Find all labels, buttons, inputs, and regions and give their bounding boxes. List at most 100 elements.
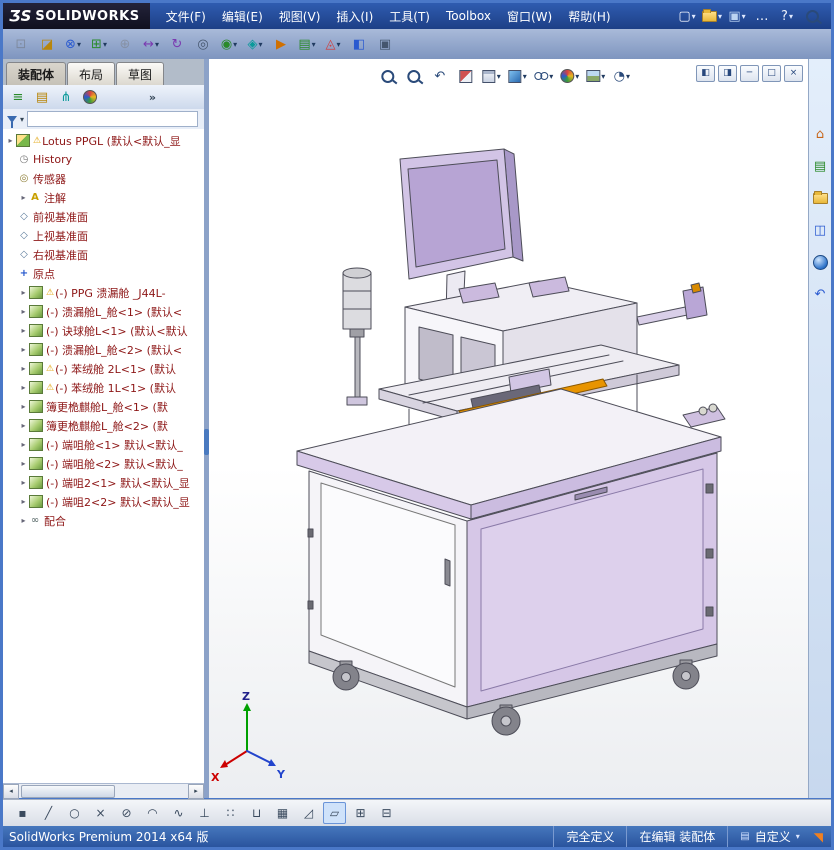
filter-caret-icon[interactable]: ▾ xyxy=(20,115,24,124)
expand-arrow-icon[interactable]: ▸ xyxy=(18,440,29,449)
more-commands-icon[interactable]: … xyxy=(751,5,773,27)
tree-item[interactable]: ▸ ⚠ (-) 苯绒舱 2L<1> (默认 xyxy=(3,359,204,378)
reference-geometry-icon[interactable]: ◈ xyxy=(243,32,267,56)
filter-icon[interactable] xyxy=(7,116,17,123)
menu-item[interactable]: 文件(F) xyxy=(158,3,214,29)
menu-item[interactable]: 编辑(E) xyxy=(214,3,271,29)
section-plane-icon[interactable]: ▱ xyxy=(323,802,346,824)
save-icon[interactable]: ▣ xyxy=(726,5,748,27)
tree-item[interactable]: ▸ ∞ ⚠ 配合 xyxy=(3,511,204,530)
expand-arrow-icon[interactable]: ▸ xyxy=(18,459,29,468)
command-tab[interactable]: 装配体 xyxy=(6,62,66,85)
home-icon[interactable]: ⌂ xyxy=(809,123,831,145)
assembly-features-icon[interactable]: ◉ xyxy=(217,32,241,56)
scrollbar-thumb[interactable] xyxy=(21,785,115,798)
filter-input[interactable] xyxy=(27,111,198,127)
tree-item[interactable]: ▸ + ⚠ 原点 xyxy=(3,264,204,283)
sketch-pattern-icon[interactable]: ∷ xyxy=(219,802,242,824)
expand-arrow-icon[interactable]: ▸ xyxy=(5,136,16,145)
custom-status[interactable]: ▤ 自定义 ▾ xyxy=(727,826,811,847)
sketch-fillet-icon[interactable]: ◿ xyxy=(297,802,320,824)
scroll-right-icon[interactable]: ▸ xyxy=(188,784,204,799)
propertymanager-tab-icon[interactable]: ▤ xyxy=(31,86,53,108)
featuremanager-tab-icon[interactable]: ≡ xyxy=(7,86,29,108)
tree-item[interactable]: ▸ ⚠ (-) 苯绒舱 1L<1> (默认 xyxy=(3,378,204,397)
cad-model[interactable]: Z X Y xyxy=(209,59,811,798)
new-document-icon[interactable]: ▢ xyxy=(676,5,698,27)
graphics-area[interactable]: ↶ ◔ ◧ xyxy=(209,59,811,798)
tree-item[interactable]: ▸ ◷ ⚠ History xyxy=(3,150,204,169)
appearances-tab-icon[interactable] xyxy=(79,86,101,108)
sketch-slot-icon[interactable]: ⊔ xyxy=(245,802,268,824)
command-tab[interactable]: 草图 xyxy=(116,62,164,85)
tree-item[interactable]: ▸ ⚠ (-) 溃漏舱L_舱<2> (默认< xyxy=(3,340,204,359)
edit-component-icon[interactable]: ◪ xyxy=(35,32,59,56)
expand-arrow-icon[interactable]: ▸ xyxy=(18,516,29,525)
show-hidden-components-icon[interactable]: ◎ xyxy=(191,32,215,56)
configurationmanager-tab-icon[interactable]: ⋔ xyxy=(55,86,77,108)
open-icon[interactable] xyxy=(701,5,723,27)
tree-item[interactable]: ▸ ⚠ (-) 端咀舱<2> 默认<默认_ xyxy=(3,454,204,473)
signal-tower-light[interactable] xyxy=(343,268,371,405)
tree-item[interactable]: ▸ ⚠ 簿更桅麒舱L_舱<1> (默 xyxy=(3,397,204,416)
menu-item[interactable]: 插入(I) xyxy=(328,3,381,29)
expand-arrow-icon[interactable]: ▸ xyxy=(18,326,29,335)
menu-item[interactable]: Toolbox xyxy=(438,3,499,29)
expand-arrow-icon[interactable]: ▸ xyxy=(18,478,29,487)
new-motion-study-icon[interactable]: ▶ xyxy=(269,32,293,56)
tree-item[interactable]: ▸ ⚠ (-) 端咀2<2> 默认<默认_显 xyxy=(3,492,204,511)
menu-item[interactable]: 视图(V) xyxy=(271,3,329,29)
compare-icon[interactable]: ⊟ xyxy=(375,802,398,824)
tree-item[interactable]: ▸ A ⚠ 注解 xyxy=(3,188,204,207)
menu-item[interactable]: 窗口(W) xyxy=(499,3,560,29)
options-icon[interactable]: ▣ xyxy=(373,32,397,56)
expand-arrow-icon[interactable]: ▸ xyxy=(18,288,29,297)
grid-system-icon[interactable]: ▦ xyxy=(271,802,294,824)
mate-icon[interactable]: ⊗ xyxy=(61,32,85,56)
tree-horizontal-scrollbar[interactable]: ◂ ▸ xyxy=(3,783,204,798)
tree-item[interactable]: ▸ ⚠ (-) 溃漏舱L_舱<1> (默认< xyxy=(3,302,204,321)
rotate-component-icon[interactable]: ↻ xyxy=(165,32,189,56)
tree-item[interactable]: ▸ ⚠ 簿更桅麒舱L_舱<2> (默 xyxy=(3,416,204,435)
search-icon[interactable] xyxy=(801,5,823,27)
insert-component-icon[interactable]: ⊡ xyxy=(9,32,33,56)
expand-arrow-icon[interactable]: ▸ xyxy=(18,307,29,316)
tree-item[interactable]: ▸ ⚠ (-) PPG 溃漏舱 _J44L- xyxy=(3,283,204,302)
expand-arrow-icon[interactable]: ▸ xyxy=(18,383,29,392)
command-tab[interactable]: 布局 xyxy=(67,62,115,85)
custom-caret-icon[interactable]: ▾ xyxy=(796,832,800,841)
file-explorer-icon[interactable] xyxy=(809,187,831,209)
expand-arrow-icon[interactable]: ▸ xyxy=(18,345,29,354)
expand-arrow-icon[interactable]: ▸ xyxy=(18,364,29,373)
sketch-erase-icon[interactable]: × xyxy=(89,802,112,824)
tree-item[interactable]: ▸ ◎ ⚠ 传感器 xyxy=(3,169,204,188)
menu-item[interactable]: 帮助(H) xyxy=(560,3,618,29)
tree-item[interactable]: ▸ ⚠ (-) 诀球舱L<1> (默认<默认 xyxy=(3,321,204,340)
menu-item[interactable]: 工具(T) xyxy=(381,3,438,29)
view-palette-icon[interactable]: ◫ xyxy=(809,219,831,241)
sketch-point-icon[interactable]: ▪ xyxy=(11,802,34,824)
expand-arrow-icon[interactable]: ▸ xyxy=(18,402,29,411)
tree-item[interactable]: ▸ ◇ ⚠ 右视基准面 xyxy=(3,245,204,264)
exploded-view-icon[interactable]: ◬ xyxy=(321,32,345,56)
component-pattern-icon[interactable]: ⊞ xyxy=(87,32,111,56)
design-library-icon[interactable]: ▤ xyxy=(809,155,831,177)
panel-overflow-chevron[interactable]: » xyxy=(149,91,156,104)
sketch-line-icon[interactable]: ╱ xyxy=(37,802,60,824)
back-arrow-icon[interactable]: ↶ xyxy=(809,283,831,305)
sketch-arc-icon[interactable]: ◠ xyxy=(141,802,164,824)
expand-arrow-icon[interactable]: ▸ xyxy=(18,497,29,506)
tree-item[interactable]: ▸ ⚠ (-) 端咀舱<1> 默认<默认_ xyxy=(3,435,204,454)
bill-of-materials-icon[interactable]: ▤ xyxy=(295,32,319,56)
sketch-spline-icon[interactable]: ∿ xyxy=(167,802,190,824)
smart-fasteners-icon[interactable]: ⊕ xyxy=(113,32,137,56)
sketch-trim-icon[interactable]: ⊘ xyxy=(115,802,138,824)
hint-arrow-icon[interactable]: ◥ xyxy=(814,830,823,844)
appearances-scenes-icon[interactable] xyxy=(809,251,831,273)
design-table-icon[interactable]: ⊞ xyxy=(349,802,372,824)
tree-item[interactable]: ▸ ◇ ⚠ 前视基准面 xyxy=(3,207,204,226)
tree-item[interactable]: ▸ ◇ ⚠ 上视基准面 xyxy=(3,226,204,245)
help-icon[interactable]: ? xyxy=(776,5,798,27)
move-component-icon[interactable]: ↔ xyxy=(139,32,163,56)
sketch-perpendicular-icon[interactable]: ⊥ xyxy=(193,802,216,824)
